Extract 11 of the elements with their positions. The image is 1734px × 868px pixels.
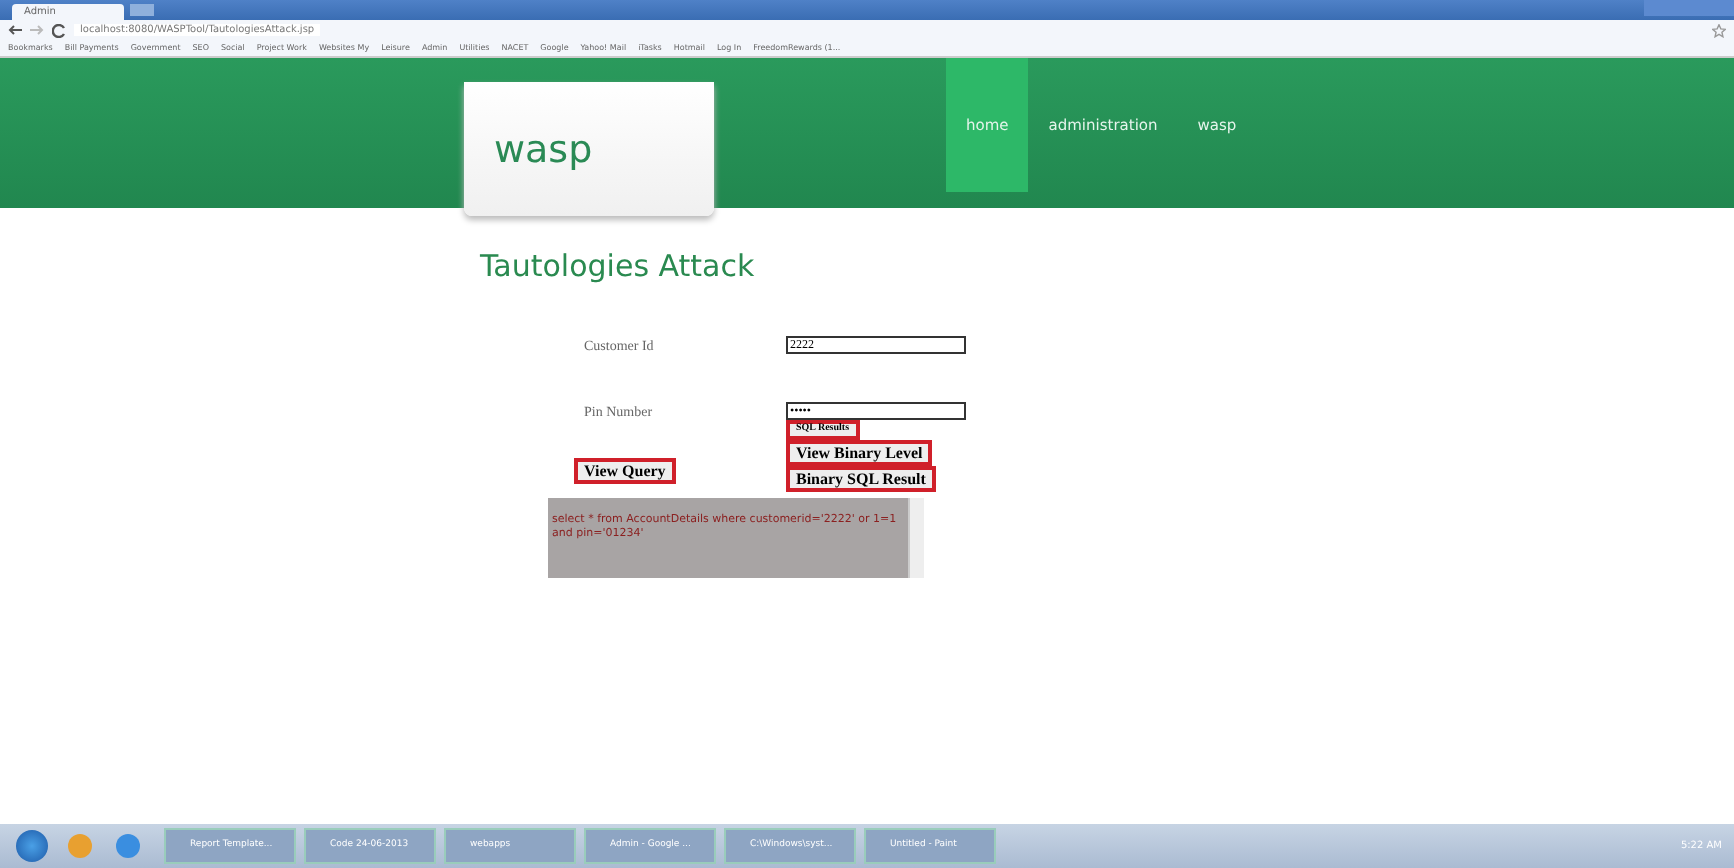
site-logo[interactable]: wasp <box>494 127 593 171</box>
page-title: Tautologies Attack <box>480 248 757 284</box>
scrollbar[interactable] <box>908 498 924 578</box>
binary-sql-result-button[interactable]: Binary SQL Result <box>786 466 936 492</box>
forward-icon[interactable] <box>30 24 44 36</box>
start-button[interactable] <box>16 830 48 862</box>
back-icon[interactable] <box>8 24 22 36</box>
star-icon[interactable] <box>1712 23 1726 37</box>
view-binary-level-button[interactable]: View Binary Level <box>786 440 933 466</box>
reload-icon[interactable] <box>52 23 66 37</box>
view-query-button[interactable]: View Query <box>574 458 676 484</box>
